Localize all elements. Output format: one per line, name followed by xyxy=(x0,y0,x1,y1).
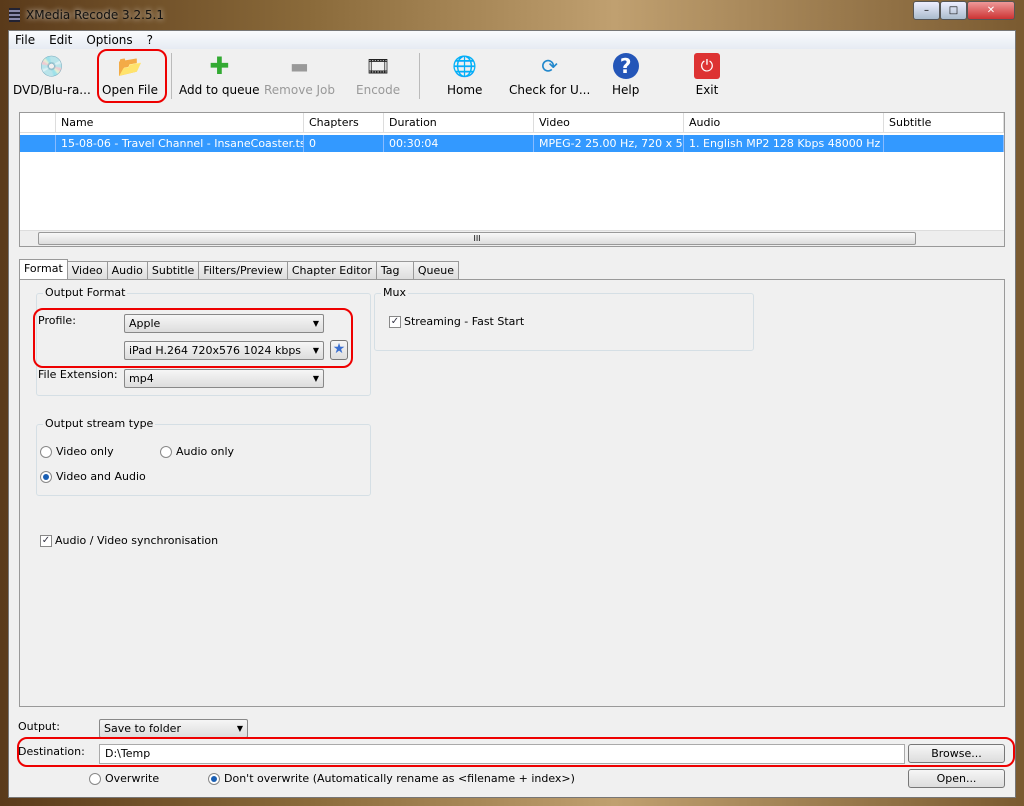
output-select[interactable]: Save to folder xyxy=(99,719,248,738)
column-subtitle[interactable]: Subtitle xyxy=(884,113,1004,132)
av-sync-checkbox[interactable]: ✓ Audio / Video synchronisation xyxy=(40,534,218,547)
video-only-radio[interactable]: Video only xyxy=(40,445,114,458)
help-icon: ? xyxy=(612,53,639,79)
menu-edit[interactable]: Edit xyxy=(49,33,72,47)
encode-icon: 🎞 xyxy=(365,54,391,78)
column-chapters[interactable]: Chapters xyxy=(304,113,384,132)
column-video[interactable]: Video xyxy=(534,113,684,132)
tab-bar: Format Video Audio Subtitle Filters/Prev… xyxy=(19,259,459,280)
encode-button[interactable]: 🎞 Encode xyxy=(356,53,400,97)
plus-icon: ✚ xyxy=(209,52,230,80)
highlight-profile xyxy=(33,308,353,368)
remove-job-button[interactable]: ▬ Remove Job xyxy=(264,53,335,97)
output-stream-type-group: Output stream type xyxy=(36,417,371,496)
window-title: XMedia Recode 3.2.5.1 xyxy=(26,8,164,22)
maximize-button[interactable]: □ xyxy=(940,1,967,20)
scroll-thumb[interactable]: III xyxy=(38,232,916,245)
tab-queue[interactable]: Queue xyxy=(412,261,459,280)
tab-tag[interactable]: Tag xyxy=(375,261,414,280)
tab-chapter-editor[interactable]: Chapter Editor xyxy=(286,261,377,280)
file-extension-select[interactable]: mp4 xyxy=(124,369,324,388)
title-bar: XMedia Recode 3.2.5.1 – □ ✕ xyxy=(0,0,1024,30)
home-button[interactable]: 🌐 Home xyxy=(447,53,482,97)
horizontal-scrollbar[interactable]: III xyxy=(20,230,1004,246)
tab-audio[interactable]: Audio xyxy=(106,261,148,280)
tab-format[interactable]: Format xyxy=(19,259,68,279)
column-audio[interactable]: Audio xyxy=(684,113,884,132)
add-to-queue-button[interactable]: ✚ Add to queue xyxy=(179,52,260,97)
toolbar: 💿 DVD/Blu-ra... 📂 Open File ✚ Add to queue … xyxy=(9,49,1015,105)
dont-overwrite-radio[interactable]: Don't overwrite (Automatically rename as… xyxy=(208,772,575,785)
exit-button[interactable]: ⏻ Exit xyxy=(694,53,720,97)
minimize-button[interactable]: – xyxy=(913,1,940,20)
highlight-destination xyxy=(17,737,1015,767)
tab-subtitle[interactable]: Subtitle xyxy=(146,261,200,280)
table-row[interactable]: 15-08-06 - Travel Channel - InsaneCoaste… xyxy=(20,135,1004,152)
dvd-bluray-button[interactable]: 💿 DVD/Blu-ra... xyxy=(13,53,91,97)
file-extension-label: File Extension: xyxy=(38,368,118,381)
globe-icon: 🌐 xyxy=(452,54,478,78)
format-panel: Output Format Profile: Apple iPad H.264 … xyxy=(19,279,1005,707)
video-and-audio-radio[interactable]: Video and Audio xyxy=(40,470,146,483)
menu-bar: File Edit Options ? xyxy=(9,31,1015,49)
close-button[interactable]: ✕ xyxy=(967,1,1015,20)
menu-options[interactable]: Options xyxy=(86,33,132,47)
check-updates-button[interactable]: ⟳ Check for U... xyxy=(509,53,590,97)
app-icon xyxy=(9,8,20,22)
power-icon: ⏻ xyxy=(694,53,720,79)
overwrite-radio[interactable]: Overwrite xyxy=(89,772,159,785)
audio-only-radio[interactable]: Audio only xyxy=(160,445,234,458)
column-duration[interactable]: Duration xyxy=(384,113,534,132)
list-header: Name Chapters Duration Video Audio Subti… xyxy=(20,113,1004,133)
highlight-open-file xyxy=(97,49,167,103)
menu-help[interactable]: ? xyxy=(147,33,153,47)
menu-file[interactable]: File xyxy=(15,33,35,47)
tab-filters-preview[interactable]: Filters/Preview xyxy=(198,261,288,280)
output-label: Output: xyxy=(18,720,60,733)
streaming-fast-start-checkbox[interactable]: ✓ Streaming - Fast Start xyxy=(389,315,524,328)
open-folder-button[interactable]: Open... xyxy=(908,769,1005,788)
minus-icon: ▬ xyxy=(290,54,309,78)
disc-icon: 💿 xyxy=(39,54,65,78)
column-name[interactable]: Name xyxy=(56,113,304,132)
tab-video[interactable]: Video xyxy=(66,261,108,280)
refresh-icon: ⟳ xyxy=(541,54,559,78)
help-button[interactable]: ? Help xyxy=(612,53,639,97)
file-list[interactable]: Name Chapters Duration Video Audio Subti… xyxy=(19,112,1005,247)
main-window: File Edit Options ? 💿 DVD/Blu-ra... 📂 Open… xyxy=(8,30,1016,798)
